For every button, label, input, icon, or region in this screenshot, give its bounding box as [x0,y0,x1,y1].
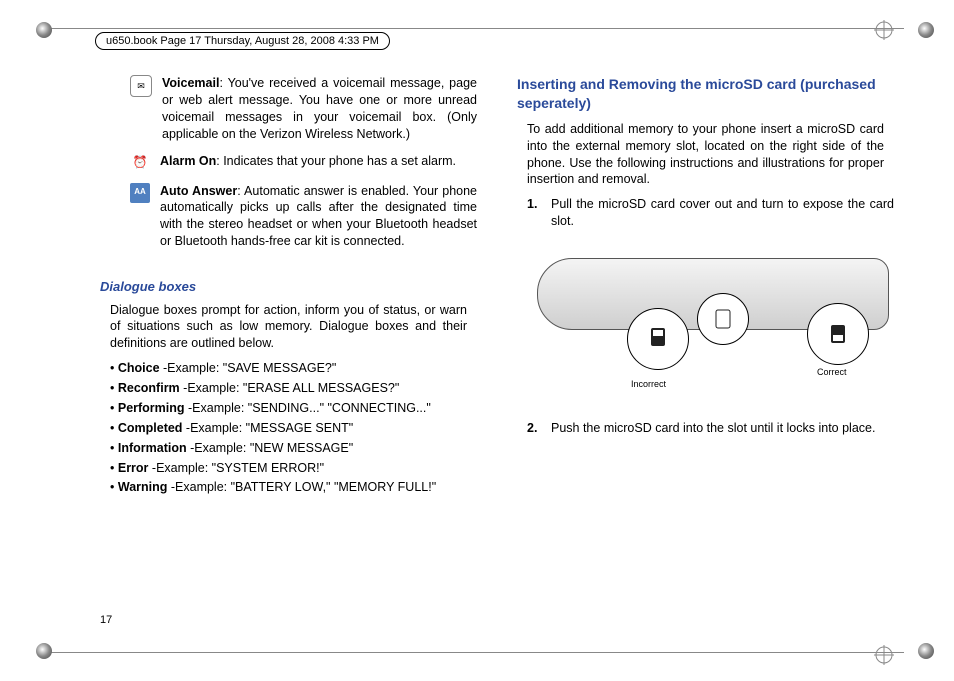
right-column: Inserting and Removing the microSD card … [517,75,894,611]
bullet-completed: • Completed -Example: "MESSAGE SENT" [110,420,477,437]
microsd-heading: Inserting and Removing the microSD card … [517,75,894,113]
alarm-glyph: ⏰ [133,154,148,170]
microsd-steps-2: 2. Push the microSD card into the slot u… [527,420,894,437]
alarm-icon: ⏰ [130,153,150,173]
bullet-choice-label: Choice [118,361,160,375]
bullet-reconfirm-text: -Example: "ERASE ALL MESSAGES?" [180,381,400,395]
bullet-error-label: Error [118,461,149,475]
bullet-performing-text: -Example: "SENDING..." "CONNECTING..." [185,401,431,415]
bullet-information-label: Information [118,441,187,455]
microsd-intro: To add additional memory to your phone i… [527,121,884,189]
step-2-number: 2. [527,420,541,437]
crop-line-top [50,28,904,29]
bullet-error: • Error -Example: "SYSTEM ERROR!" [110,460,477,477]
alarm-text: : Indicates that your phone has a set al… [216,154,456,168]
alarm-description: Alarm On: Indicates that your phone has … [160,153,477,170]
microsd-figure: Incorrect Correct [527,238,884,408]
dialogue-boxes-intro: Dialogue boxes prompt for action, inform… [110,302,467,353]
bullet-warning-text: -Example: "BATTERY LOW," "MEMORY FULL!" [167,480,436,494]
crop-target-icon [874,20,894,36]
magnifier-incorrect [627,308,689,370]
bullet-information: • Information -Example: "NEW MESSAGE" [110,440,477,457]
step-1-text: Pull the microSD card cover out and turn… [551,196,894,230]
page-content: ✉ Voicemail: You've received a voicemail… [100,75,894,611]
voicemail-glyph: ✉ [137,80,145,92]
step-2-text: Push the microSD card into the slot unti… [551,420,894,437]
magnifier-correct [807,303,869,365]
bullet-reconfirm: • Reconfirm -Example: "ERASE ALL MESSAGE… [110,380,477,397]
voicemail-label: Voicemail [162,76,219,90]
magnifier-slot [697,293,749,345]
bullet-warning-label: Warning [118,480,168,494]
aa-glyph: AA [134,187,146,198]
autoanswer-label: Auto Answer [160,184,237,198]
bullet-error-text: -Example: "SYSTEM ERROR!" [148,461,324,475]
bullet-performing: • Performing -Example: "SENDING..." "CON… [110,400,477,417]
indicator-autoanswer: AA Auto Answer: Automatic answer is enab… [130,183,477,251]
page-number: 17 [100,614,112,626]
dialogue-boxes-heading: Dialogue boxes [100,278,477,296]
voicemail-icon: ✉ [130,75,152,97]
microsd-steps: 1. Pull the microSD card cover out and t… [527,196,894,230]
bullet-completed-label: Completed [118,421,183,435]
bullet-completed-text: -Example: "MESSAGE SENT" [182,421,353,435]
step-1-number: 1. [527,196,541,230]
left-column: ✉ Voicemail: You've received a voicemail… [100,75,477,611]
bullet-performing-label: Performing [118,401,185,415]
crop-target-icon [874,645,894,661]
registration-dot [918,22,934,38]
voicemail-description: Voicemail: You've received a voicemail m… [162,75,477,143]
indicator-voicemail: ✉ Voicemail: You've received a voicemail… [130,75,477,143]
step-2: 2. Push the microSD card into the slot u… [527,420,894,437]
registration-dot [36,22,52,38]
bullet-warning: • Warning -Example: "BATTERY LOW," "MEMO… [110,479,477,496]
bullet-choice-text: -Example: "SAVE MESSAGE?" [160,361,337,375]
figure-label-incorrect: Incorrect [631,378,666,390]
autoanswer-description: Auto Answer: Automatic answer is enabled… [160,183,477,251]
registration-dot [36,643,52,659]
step-1: 1. Pull the microSD card cover out and t… [527,196,894,230]
dialogue-bullet-list: • Choice -Example: "SAVE MESSAGE?" • Rec… [110,360,477,496]
page-meta-header: u650.book Page 17 Thursday, August 28, 2… [95,32,390,50]
registration-dot [918,643,934,659]
bullet-reconfirm-label: Reconfirm [118,381,180,395]
alarm-label: Alarm On [160,154,216,168]
crop-line-bottom [50,652,904,653]
bullet-information-text: -Example: "NEW MESSAGE" [187,441,354,455]
indicator-alarm: ⏰ Alarm On: Indicates that your phone ha… [130,153,477,173]
auto-answer-icon: AA [130,183,150,203]
bullet-choice: • Choice -Example: "SAVE MESSAGE?" [110,360,477,377]
figure-label-correct: Correct [817,366,847,378]
